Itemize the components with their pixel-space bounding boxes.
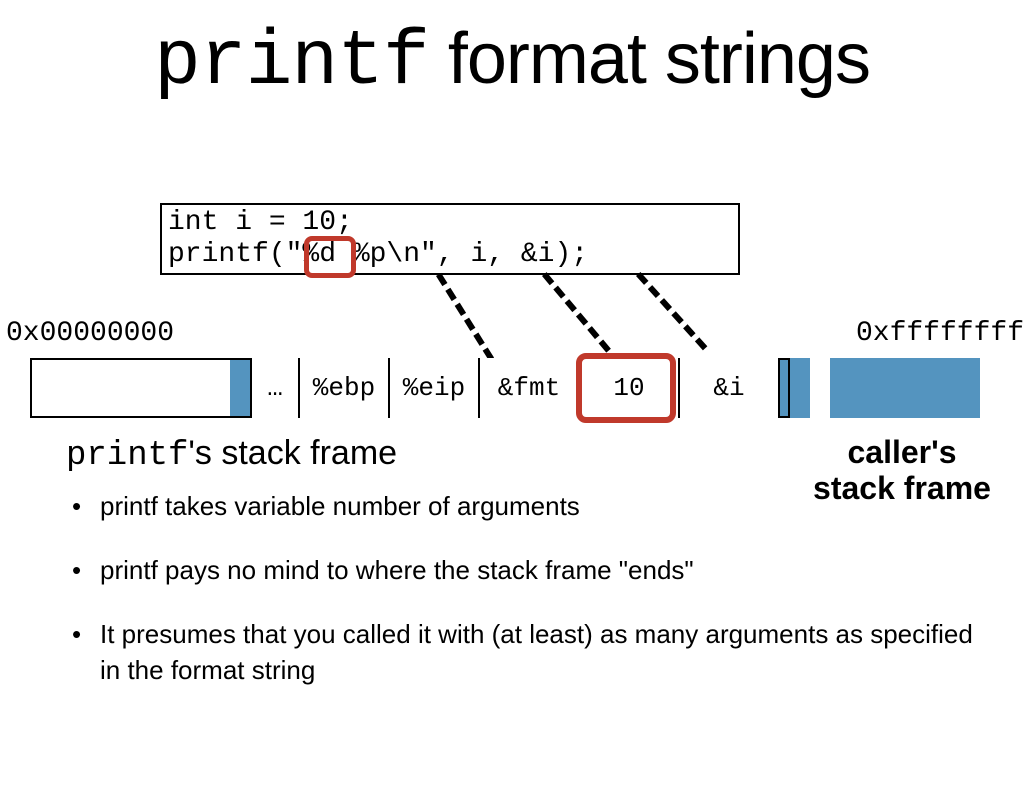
printf-frame-label-rest: 's stack frame <box>188 434 397 472</box>
code-snippet: int i = 10; printf("%d %p\n", i, &i); <box>160 203 740 275</box>
printf-frame-label: printf's stack frame <box>66 434 397 475</box>
connector-fmt <box>436 273 494 361</box>
connector-i <box>542 272 611 352</box>
stack-cell-ellipsis: … <box>250 358 300 418</box>
code-line-2: printf("%d %p\n", i, &i); <box>168 239 588 270</box>
addr-low: 0x00000000 <box>6 318 174 349</box>
stack-cell-ebp: %ebp <box>300 358 390 418</box>
title-mono: printf <box>154 19 429 107</box>
code-line-1: int i = 10; <box>168 207 353 238</box>
printf-frame-label-mono: printf <box>66 437 188 475</box>
caller-frame-label-line1: caller's <box>847 434 956 470</box>
slide-title: printf format strings <box>0 18 1024 107</box>
caller-frame-bg <box>830 358 980 418</box>
stack-cell-ten: 10 <box>580 358 680 418</box>
addr-high: 0xffffffff <box>856 318 1024 349</box>
bullet-3: It presumes that you called it with (at … <box>70 616 994 688</box>
bullet-list: printf takes variable number of argument… <box>70 488 994 716</box>
stack-cell-fmt: &fmt <box>480 358 580 418</box>
stack-cell-eip: %eip <box>390 358 480 418</box>
connector-and-i <box>636 272 707 350</box>
bullet-2: printf pays no mind to where the stack f… <box>70 552 994 588</box>
title-rest: format strings <box>429 19 870 99</box>
stack-cell-refi: &i <box>680 358 780 418</box>
stack-strip: … %ebp %eip &fmt 10 &i <box>30 358 990 418</box>
bullet-1: printf takes variable number of argument… <box>70 488 994 524</box>
